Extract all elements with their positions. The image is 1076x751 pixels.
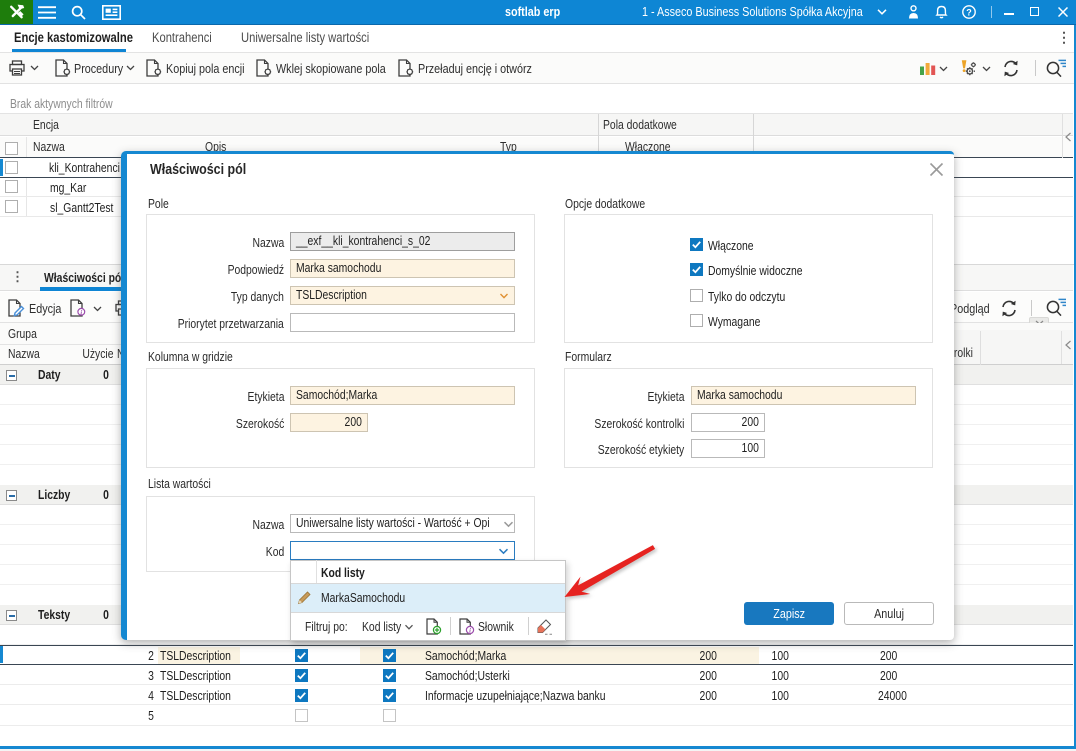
svg-text:i: i bbox=[80, 309, 82, 316]
svg-text:?: ? bbox=[966, 7, 972, 17]
svg-text:i: i bbox=[469, 628, 471, 635]
